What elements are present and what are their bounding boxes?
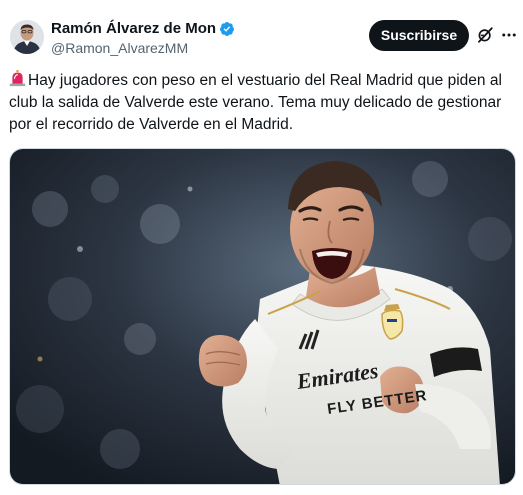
grok-icon[interactable]	[476, 26, 494, 44]
rotating-light-icon	[9, 70, 26, 87]
author-names: Ramón Álvarez de Mon @Ramon_AlvarezMM	[51, 19, 235, 57]
player-celebration-photo: Emirates FLY BETTER	[10, 149, 515, 484]
avatar[interactable]	[10, 20, 44, 54]
tweet-header: Ramón Álvarez de Mon @Ramon_AlvarezMM Su…	[0, 0, 523, 64]
author-display-name[interactable]: Ramón Álvarez de Mon	[51, 19, 235, 38]
display-name-text[interactable]: Ramón Álvarez de Mon	[51, 19, 216, 38]
author-handle[interactable]: @Ramon_AlvarezMM	[51, 39, 235, 57]
subscribe-button[interactable]: Suscribirse	[369, 20, 469, 51]
tweet-media-photo[interactable]: Emirates FLY BETTER	[9, 148, 516, 485]
verified-badge-icon	[220, 21, 235, 36]
tweet-body: Hay jugadores con peso en el vestuario d…	[9, 72, 502, 133]
more-icon[interactable]	[499, 26, 519, 44]
tweet-text: Hay jugadores con peso en el vestuario d…	[9, 70, 515, 136]
